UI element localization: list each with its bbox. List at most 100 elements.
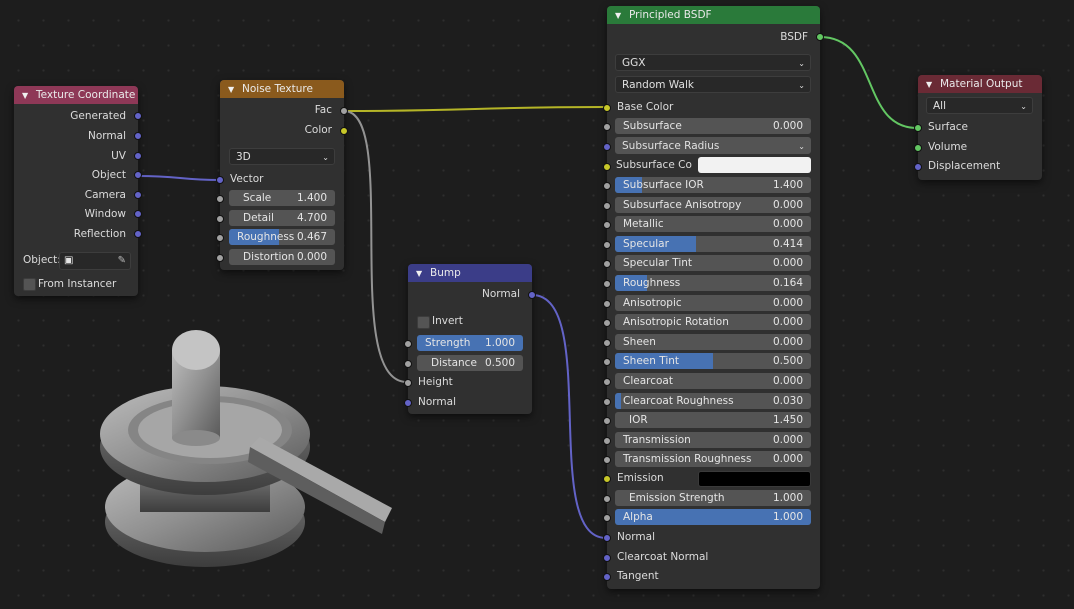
socket-subsurface-ior[interactable] (603, 182, 611, 190)
bump-node[interactable]: ▼ Bump Normal Invert Strength 1.000 Dista… (404, 264, 536, 414)
slider-subsurface-ior[interactable]: Subsurface IOR 1.400 (615, 177, 811, 193)
socket-displacement[interactable] (914, 163, 922, 171)
socket-clearcoat[interactable] (603, 378, 611, 386)
socket-tangent[interactable] (603, 573, 611, 581)
socket-object[interactable] (134, 171, 142, 179)
slider-metallic[interactable]: Metallic 0.000 (615, 216, 811, 232)
texture-coordinate-header[interactable]: ▼ Texture Coordinate (14, 86, 138, 104)
invert-checkbox[interactable] (417, 316, 430, 329)
eyedropper-icon[interactable]: ✎ (118, 253, 126, 269)
slider-specular[interactable]: Specular 0.414 (615, 236, 811, 252)
slider-roughness[interactable]: Roughness 0.164 (615, 275, 811, 291)
collapse-chevron-icon[interactable]: ▼ (22, 87, 32, 105)
slider-sheen[interactable]: Sheen 0.000 (615, 334, 811, 350)
socket-alpha[interactable] (603, 514, 611, 522)
dimension-dropdown[interactable]: 3D ⌄ (229, 148, 335, 165)
socket-emission[interactable] (603, 475, 611, 483)
socket-specular[interactable] (603, 241, 611, 249)
socket-ior[interactable] (603, 417, 611, 425)
emission-color-swatch[interactable] (698, 471, 811, 487)
material-output-header[interactable]: ▼ Material Output (918, 75, 1042, 93)
subsurface-method-dropdown[interactable]: Random Walk ⌄ (615, 76, 811, 93)
socket-bump-normal-out[interactable] (528, 291, 536, 299)
socket-subsurface-radius[interactable] (603, 143, 611, 151)
object-picker-field[interactable]: ▣ ✎ (59, 252, 131, 270)
socket-normal[interactable] (134, 132, 142, 140)
slider-anisotropic-rotation[interactable]: Anisotropic Rotation 0.000 (615, 314, 811, 330)
socket-metallic[interactable] (603, 221, 611, 229)
socket-transmission[interactable] (603, 437, 611, 445)
texture-coordinate-node[interactable]: ▼ Texture Coordinate Generated Normal UV … (14, 86, 142, 296)
socket-subsurface[interactable] (603, 123, 611, 131)
distribution-dropdown[interactable]: GGX ⌄ (615, 54, 811, 71)
socket-vector[interactable] (216, 176, 224, 184)
socket-roughness[interactable] (603, 280, 611, 288)
socket-height[interactable] (404, 379, 412, 387)
socket-strength[interactable] (404, 340, 412, 348)
slider-clearcoat-roughness[interactable]: Clearcoat Roughness 0.030 (615, 393, 811, 409)
from-instancer-checkbox[interactable] (23, 278, 36, 291)
socket-volume[interactable] (914, 144, 922, 152)
socket-base-color[interactable] (603, 104, 611, 112)
material-output-node[interactable]: ▼ Material Output All ⌄ Surface Volume Di… (914, 75, 1042, 180)
socket-sheen-tint[interactable] (603, 358, 611, 366)
bump-header[interactable]: ▼ Bump (408, 264, 532, 282)
socket-fac[interactable] (340, 107, 348, 115)
socket-normal[interactable] (603, 534, 611, 542)
socket-anisotropic-rotation[interactable] (603, 319, 611, 327)
distance-field[interactable]: Distance 0.500 (417, 355, 523, 371)
socket-clearcoat-roughness[interactable] (603, 398, 611, 406)
socket-subsurface-anisotropy[interactable] (603, 202, 611, 210)
target-dropdown[interactable]: All ⌄ (926, 97, 1033, 114)
slider-transmission[interactable]: Transmission 0.000 (615, 432, 811, 448)
socket-distance[interactable] (404, 360, 412, 368)
socket-reflection[interactable] (134, 230, 142, 238)
noise-texture-node[interactable]: ▼ Noise Texture Fac Color 3D ⌄ Vector Sca… (216, 80, 348, 270)
socket-emission-strength[interactable] (603, 495, 611, 503)
socket-camera[interactable] (134, 191, 142, 199)
emission-strength-field[interactable]: Emission Strength 1.000 (615, 490, 811, 506)
output-uv-label: UV (111, 150, 126, 162)
collapse-chevron-icon[interactable]: ▼ (228, 81, 238, 99)
slider-ior[interactable]: IOR 1.450 (615, 412, 811, 428)
collapse-chevron-icon[interactable]: ▼ (615, 7, 625, 25)
socket-uv[interactable] (134, 152, 142, 160)
socket-bsdf[interactable] (816, 33, 824, 41)
alpha-slider[interactable]: Alpha 1.000 (615, 509, 811, 525)
slider-clearcoat[interactable]: Clearcoat 0.000 (615, 373, 811, 389)
socket-transmission-roughness[interactable] (603, 456, 611, 464)
strength-slider[interactable]: Strength 1.000 (417, 335, 523, 351)
scale-field[interactable]: Scale 1.400 (229, 190, 335, 206)
slider-anisotropic[interactable]: Anisotropic 0.000 (615, 295, 811, 311)
socket-window[interactable] (134, 210, 142, 218)
slider-subsurface-anisotropy[interactable]: Subsurface Anisotropy 0.000 (615, 197, 811, 213)
subsurface-radius-field[interactable]: Subsurface Radius ⌄ (615, 137, 811, 154)
socket-clearcoat-normal[interactable] (603, 554, 611, 562)
collapse-chevron-icon[interactable]: ▼ (926, 76, 936, 94)
noise-texture-header[interactable]: ▼ Noise Texture (220, 80, 344, 98)
subsurface-color-swatch[interactable] (698, 157, 811, 173)
socket-scale[interactable] (216, 195, 224, 203)
socket-distortion[interactable] (216, 254, 224, 262)
roughness-slider[interactable]: Roughness 0.467 (229, 229, 335, 245)
slider-sheen-tint[interactable]: Sheen Tint 0.500 (615, 353, 811, 369)
distortion-field[interactable]: Distortion 0.000 (229, 249, 335, 265)
slider-specular-tint[interactable]: Specular Tint 0.000 (615, 255, 811, 271)
slider-transmission-roughness[interactable]: Transmission Roughness 0.000 (615, 451, 811, 467)
socket-detail[interactable] (216, 215, 224, 223)
socket-sheen[interactable] (603, 339, 611, 347)
subsurface-field[interactable]: Subsurface 0.000 (615, 118, 811, 134)
socket-subsurface-color[interactable] (603, 163, 611, 171)
socket-generated[interactable] (134, 112, 142, 120)
collapse-chevron-icon[interactable]: ▼ (416, 265, 426, 283)
socket-color[interactable] (340, 127, 348, 135)
principled-bsdf-header[interactable]: ▼ Principled BSDF (607, 6, 820, 24)
socket-specular-tint[interactable] (603, 260, 611, 268)
detail-field[interactable]: Detail 4.700 (229, 210, 335, 226)
socket-bump-normal-in[interactable] (404, 399, 412, 407)
socket-surface[interactable] (914, 124, 922, 132)
principled-bsdf-node[interactable]: ▼ Principled BSDF BSDF GGX ⌄ Random Walk … (603, 6, 824, 589)
field-value: 0.414 (772, 238, 803, 250)
socket-roughness[interactable] (216, 234, 224, 242)
socket-anisotropic[interactable] (603, 300, 611, 308)
